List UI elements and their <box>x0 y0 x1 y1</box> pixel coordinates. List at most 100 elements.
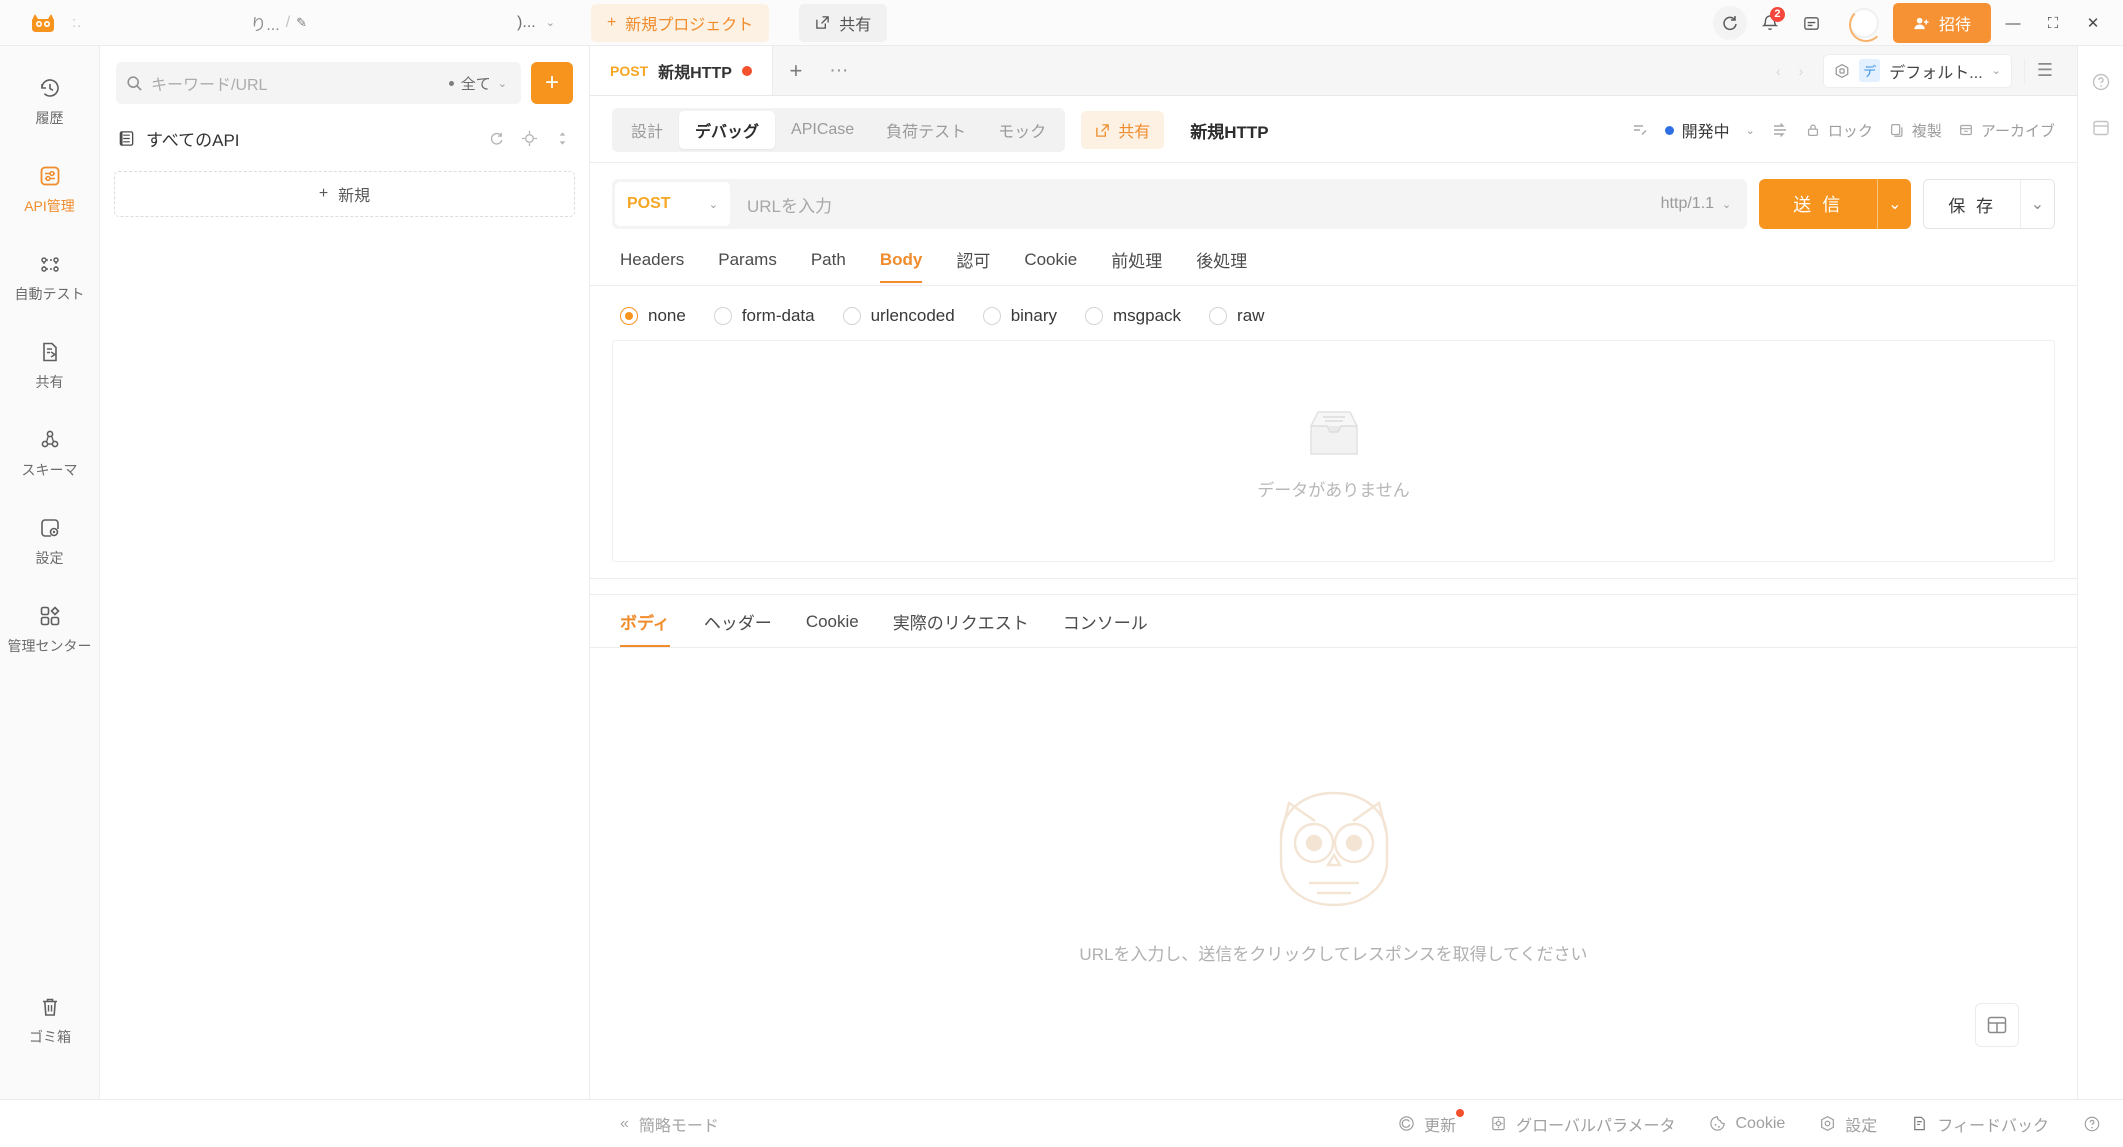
method-selector[interactable]: POST ⌄ <box>615 182 730 226</box>
add-api-button[interactable]: + <box>531 62 573 104</box>
global-params-button[interactable]: グローバルパラメータ <box>1490 1112 1675 1136</box>
feedback-button[interactable]: フィードバック <box>1911 1112 2049 1136</box>
sidebar-item-admin-center[interactable]: 管理センター <box>6 592 94 665</box>
invite-button[interactable]: 招待 <box>1892 3 1991 43</box>
tab-scroll-right-icon[interactable]: › <box>1791 63 1812 79</box>
tree-root-label: すべてのAPI <box>146 131 240 150</box>
panel-splitter[interactable] <box>590 562 2077 594</box>
archive-action[interactable]: アーカイブ <box>1958 120 2055 141</box>
protocol-selector[interactable]: http/1.1 ⌄ <box>1661 195 1748 213</box>
response-empty-state: URLを入力し、送信をクリックしてレスポンスを取得してください <box>590 648 2077 1099</box>
avatar[interactable] <box>1848 8 1883 42</box>
sync-button[interactable] <box>1712 6 1747 40</box>
response-tab-console[interactable]: コンソール <box>1063 609 1148 647</box>
maximize-button[interactable]: ⛶ <box>2035 7 2071 39</box>
edit-pencil-icon[interactable]: ✎ <box>296 15 307 31</box>
plus-icon: + <box>606 13 617 31</box>
search-input[interactable]: キーワード/URL 全て ⌄ <box>116 62 521 104</box>
new-tab-button[interactable]: + <box>773 46 819 95</box>
chevron-down-icon[interactable]: ⌄ <box>1746 124 1755 137</box>
body-type-none[interactable]: none <box>620 306 686 326</box>
sidebar-item-auto-test[interactable]: 自動テスト <box>6 240 94 313</box>
duplicate-action[interactable]: 複製 <box>1889 120 1942 141</box>
body-type-msgpack[interactable]: msgpack <box>1085 306 1181 326</box>
response-tab-headers[interactable]: ヘッダー <box>704 609 772 647</box>
doc-panel-icon[interactable] <box>2091 118 2111 138</box>
move-icon[interactable] <box>1771 121 1789 139</box>
sidebar-label: 履歴 <box>35 110 64 126</box>
left-rail: 履歴 API管理 自動テスト 共有 スキーマ 設定 管理センター ゴミ箱 <box>0 46 100 1099</box>
response-tab-cookie[interactable]: Cookie <box>806 612 859 645</box>
sidebar-item-schema[interactable]: スキーマ <box>6 416 94 489</box>
save-button[interactable]: 保 存 <box>1924 180 2020 228</box>
simple-mode-toggle[interactable]: « 簡略モード <box>620 1112 719 1136</box>
titlebar-right-actions: 2 招待 — ⛶ ✕ <box>1712 0 2111 46</box>
request-tab-auth[interactable]: 認可 <box>956 247 990 285</box>
sidebar-item-history[interactable]: 履歴 <box>6 64 94 137</box>
response-tab-actual-request[interactable]: 実際のリクエスト <box>893 609 1029 647</box>
search-filter-dropdown[interactable]: 全て ⌄ <box>448 73 511 94</box>
sort-icon[interactable] <box>554 130 571 147</box>
sidebar-label: 共有 <box>35 374 64 390</box>
environment-selector[interactable]: デ デフォルト... ⌄ <box>1823 53 2012 88</box>
tab-apicase[interactable]: APICase <box>775 114 870 146</box>
request-tab-path[interactable]: Path <box>811 250 846 283</box>
radio-icon <box>982 307 1001 325</box>
sidebar-item-settings[interactable]: 設定 <box>6 504 94 577</box>
status-badge[interactable]: 開発中 <box>1664 118 1730 142</box>
settings-button[interactable]: 設定 <box>1819 1112 1877 1136</box>
close-button[interactable]: ✕ <box>2075 7 2111 39</box>
body-type-form-data[interactable]: form-data <box>713 306 815 326</box>
request-tab-body[interactable]: Body <box>879 250 923 283</box>
new-project-button[interactable]: + 新規プロジェクト <box>590 3 770 42</box>
send-button[interactable]: 送 信 <box>1759 179 1878 229</box>
request-tab-cookie[interactable]: Cookie <box>1024 250 1077 283</box>
trash-icon <box>38 994 62 1020</box>
minimize-button[interactable]: — <box>1995 7 2031 39</box>
tab-debug[interactable]: デバッグ <box>679 111 776 149</box>
save-options-button[interactable]: ⌄ <box>2020 180 2054 228</box>
tab-more-button[interactable]: ··· <box>819 46 859 95</box>
sidebar-item-api-manage[interactable]: API管理 <box>6 152 94 225</box>
refresh-icon[interactable] <box>488 130 505 147</box>
update-button[interactable]: 更新 <box>1398 1108 1465 1136</box>
doc-note-icon[interactable] <box>1631 121 1649 139</box>
tree-root-row[interactable]: すべてのAPI <box>100 114 589 163</box>
lock-action[interactable]: ロック <box>1805 120 1873 141</box>
tab-load-test[interactable]: 負荷テスト <box>870 111 982 149</box>
cookie-button[interactable]: Cookie <box>1709 1115 1785 1133</box>
layout-toggle-button[interactable] <box>1975 1003 2019 1047</box>
tab-mock[interactable]: モック <box>982 111 1062 149</box>
panel-toggle-button[interactable] <box>1793 6 1831 40</box>
body-type-raw[interactable]: raw <box>1209 306 1264 326</box>
help-circle-icon[interactable] <box>2091 72 2111 92</box>
body-type-label: msgpack <box>1113 306 1182 325</box>
radio-icon <box>713 307 732 325</box>
request-tab-headers[interactable]: Headers <box>620 250 684 283</box>
titlebar-share-button[interactable]: 共有 <box>799 3 888 42</box>
team-selector[interactable]: )... ⌄ <box>517 14 555 32</box>
send-options-button[interactable]: ⌄ <box>1877 179 1912 229</box>
document-tab[interactable]: POST 新規HTTP <box>590 46 773 95</box>
url-input[interactable]: URLを入力 <box>733 192 1661 217</box>
environment-menu-button[interactable]: ☰ <box>2023 58 2065 83</box>
sidebar-item-share[interactable]: 共有 <box>6 328 94 401</box>
request-tab-prescript[interactable]: 前処理 <box>1111 247 1162 285</box>
schema-icon <box>38 427 62 453</box>
tab-design[interactable]: 設計 <box>615 111 679 149</box>
body-type-urlencoded[interactable]: urlencoded <box>842 306 955 326</box>
body-type-binary[interactable]: binary <box>982 306 1057 326</box>
breadcrumb[interactable]: り... / ✎ <box>250 11 307 35</box>
request-tab-postscript[interactable]: 後処理 <box>1196 247 1247 285</box>
api-share-button[interactable]: 共有 <box>1081 111 1165 149</box>
response-tab-body[interactable]: ボディ <box>620 609 670 647</box>
help-button[interactable] <box>2083 1115 2101 1133</box>
sidebar-item-trash[interactable]: ゴミ箱 <box>6 983 94 1056</box>
tree-new-button[interactable]: + 新規 <box>114 171 575 217</box>
settings-label: 設定 <box>1845 1117 1878 1135</box>
locate-icon[interactable] <box>521 130 538 147</box>
notifications-button[interactable]: 2 <box>1751 6 1789 40</box>
tab-scroll-left-icon[interactable]: ‹ <box>1768 63 1789 79</box>
breadcrumb-project[interactable]: り... <box>250 11 279 35</box>
request-tab-params[interactable]: Params <box>718 250 777 283</box>
